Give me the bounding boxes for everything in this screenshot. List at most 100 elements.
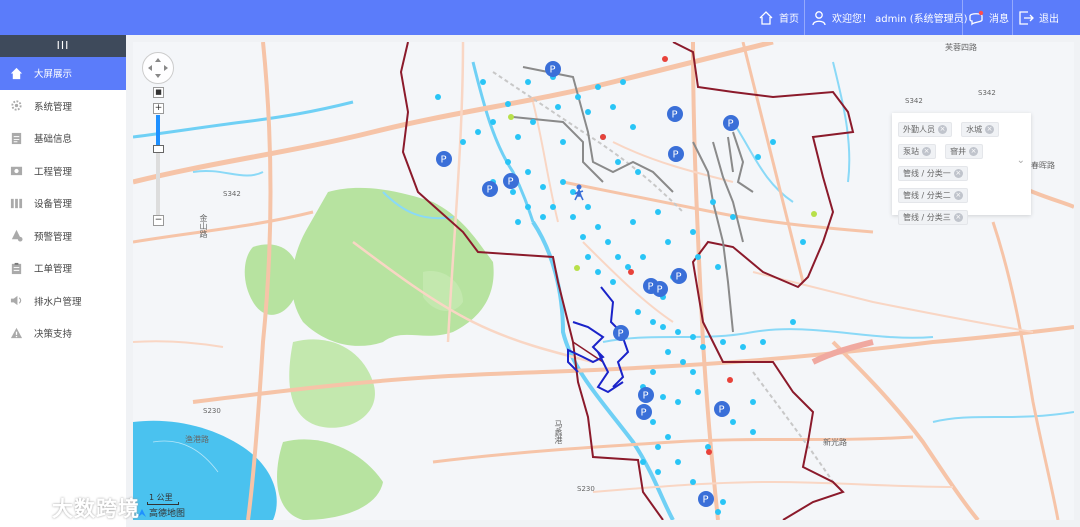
logout-icon bbox=[1019, 10, 1034, 25]
svg-text:P: P bbox=[676, 272, 682, 283]
sidebar-item-drainage[interactable]: 排水户管理 bbox=[0, 285, 126, 318]
map-label: 马蠡港 bbox=[554, 420, 563, 444]
close-icon[interactable]: × bbox=[969, 147, 979, 156]
svg-text:P: P bbox=[550, 65, 556, 76]
logout-label: 退出 bbox=[1039, 14, 1059, 25]
sidebar-item-alert[interactable]: 预警管理 bbox=[0, 220, 126, 253]
filter-tag[interactable]: 外勤人员 × bbox=[898, 122, 952, 137]
filter-tag-label: 管线 / 分类三 bbox=[903, 213, 951, 222]
sidebar-item-label: 预警管理 bbox=[34, 231, 73, 243]
svg-text:P: P bbox=[508, 177, 514, 188]
map-label: 春晖路 bbox=[1031, 161, 1055, 170]
svg-text:P: P bbox=[641, 408, 647, 419]
layer-filter-panel[interactable]: 外勤人员 × 水城 × 泵站 × 窨井 × 管线 / 分类一 × 管线 / 分类二 × 管线… bbox=[892, 113, 1031, 225]
sidebar-item-dashboard[interactable]: 大屏展示 bbox=[0, 57, 126, 90]
message-label: 消息 bbox=[989, 14, 1009, 25]
sidebar: III 大屏展示 系统管理 基础信息 工程管理 设备管理 预警管理 工单管理 排… bbox=[0, 35, 126, 527]
home-icon bbox=[10, 67, 23, 79]
svg-text:P: P bbox=[643, 391, 649, 402]
zoom-slider-fill bbox=[156, 115, 160, 145]
map-provider-logo[interactable]: 高德地图 bbox=[137, 506, 185, 519]
svg-text:P: P bbox=[487, 185, 493, 196]
map-label: 金山路 bbox=[199, 214, 208, 238]
user-info[interactable]: 欢迎您！ admin (系统管理员) bbox=[811, 0, 968, 35]
svg-text:P: P bbox=[703, 495, 709, 506]
sidebar-item-basic-info[interactable]: 基础信息 bbox=[0, 122, 126, 155]
message-icon bbox=[969, 10, 984, 26]
sidebar-item-project[interactable]: 工程管理 bbox=[0, 155, 126, 188]
watermark-text: 大数跨境 bbox=[52, 497, 140, 521]
filter-tag[interactable]: 窨井 × bbox=[945, 144, 984, 159]
map-label: S230 bbox=[577, 485, 595, 493]
close-icon[interactable]: × bbox=[953, 169, 963, 178]
zoom-out-button[interactable]: − bbox=[153, 215, 164, 226]
filter-tag[interactable]: 泵站 × bbox=[898, 144, 936, 159]
map-pan-control[interactable] bbox=[142, 52, 174, 84]
sidebar-item-label: 工单管理 bbox=[34, 264, 73, 276]
svg-text:P: P bbox=[673, 150, 679, 161]
sidebar-item-label: 大屏展示 bbox=[34, 69, 73, 81]
sidebar-item-work-order[interactable]: 工单管理 bbox=[0, 252, 126, 285]
map-label: S230 bbox=[203, 407, 221, 415]
filter-tag-label: 管线 / 分类一 bbox=[903, 169, 951, 178]
chevron-down-icon[interactable]: ⌄ bbox=[1017, 155, 1025, 166]
svg-text:P: P bbox=[657, 285, 663, 296]
filter-tag[interactable]: 管线 / 分类二 × bbox=[898, 188, 968, 203]
speaker-icon bbox=[10, 296, 22, 306]
filter-tag-label: 水城 bbox=[966, 125, 983, 134]
home-link[interactable]: 首页 bbox=[758, 0, 799, 35]
map-label: S342 bbox=[978, 89, 996, 97]
sidebar-item-system[interactable]: 系统管理 bbox=[0, 90, 126, 123]
zoom-slider-handle[interactable] bbox=[153, 145, 164, 153]
filter-tag-label: 外勤人员 bbox=[903, 125, 935, 134]
close-icon[interactable]: × bbox=[938, 125, 947, 134]
zoom-in-button[interactable]: + bbox=[153, 103, 164, 114]
filter-tag[interactable]: 水城 × bbox=[961, 122, 1000, 137]
filter-tag[interactable]: 管线 / 分类一 × bbox=[898, 166, 968, 181]
sidebar-item-label: 工程管理 bbox=[34, 166, 73, 178]
map-scale-bar bbox=[147, 502, 179, 505]
logout-link[interactable]: 退出 bbox=[1018, 0, 1059, 35]
svg-text:P: P bbox=[441, 155, 447, 166]
filter-tag-label: 泵站 bbox=[903, 147, 919, 156]
close-icon[interactable]: × bbox=[922, 147, 931, 156]
camera-icon bbox=[10, 167, 23, 176]
sidebar-item-label: 设备管理 bbox=[34, 199, 73, 211]
map-provider-label: 高德地图 bbox=[149, 509, 186, 519]
close-icon[interactable]: × bbox=[985, 125, 995, 134]
filter-tag[interactable]: 管线 / 分类三 × bbox=[898, 210, 968, 225]
sidebar-item-decision[interactable]: 决策支持 bbox=[0, 317, 126, 350]
map-canvas[interactable]: P P P P P P P P P P P P P P P 芙蓉四路 S342 … bbox=[133, 42, 1074, 520]
map-label: S342 bbox=[223, 190, 241, 198]
document-icon bbox=[11, 132, 22, 144]
sidebar-item-label: 决策支持 bbox=[34, 329, 73, 341]
watermark-logo-icon bbox=[8, 501, 46, 515]
warning-points-layer bbox=[508, 114, 817, 271]
message-link[interactable]: 消息 bbox=[968, 0, 1009, 35]
svg-text:P: P bbox=[728, 119, 734, 130]
svg-text:P: P bbox=[672, 110, 678, 121]
header-divider bbox=[804, 0, 805, 35]
close-icon[interactable]: × bbox=[953, 191, 963, 200]
home-label: 首页 bbox=[779, 14, 799, 25]
pan-arrows-icon bbox=[148, 58, 168, 78]
gear-icon bbox=[11, 100, 22, 111]
home-icon bbox=[759, 10, 773, 25]
watermark: 大数跨境 bbox=[8, 493, 140, 523]
svg-text:P: P bbox=[719, 405, 725, 416]
locate-button[interactable]: ■ bbox=[153, 87, 164, 98]
welcome-label: 欢迎您！ admin (系统管理员) bbox=[832, 14, 968, 25]
header-divider bbox=[1012, 0, 1013, 35]
map-label: 渔港路 bbox=[185, 435, 209, 444]
sidebar-item-label: 系统管理 bbox=[34, 101, 73, 113]
map-label: 芙蓉四路 bbox=[945, 43, 977, 52]
sidebar-item-label: 排水户管理 bbox=[34, 296, 82, 308]
monitoring-points-layer bbox=[435, 74, 806, 515]
close-icon[interactable]: × bbox=[953, 213, 963, 222]
sidebar-item-device[interactable]: 设备管理 bbox=[0, 187, 126, 220]
sidebar-toggle[interactable]: III bbox=[0, 35, 126, 57]
map-label: S342 bbox=[905, 97, 923, 105]
filter-tag-label: 管线 / 分类二 bbox=[903, 191, 951, 200]
warning-icon bbox=[10, 327, 23, 338]
columns-icon bbox=[10, 198, 23, 208]
